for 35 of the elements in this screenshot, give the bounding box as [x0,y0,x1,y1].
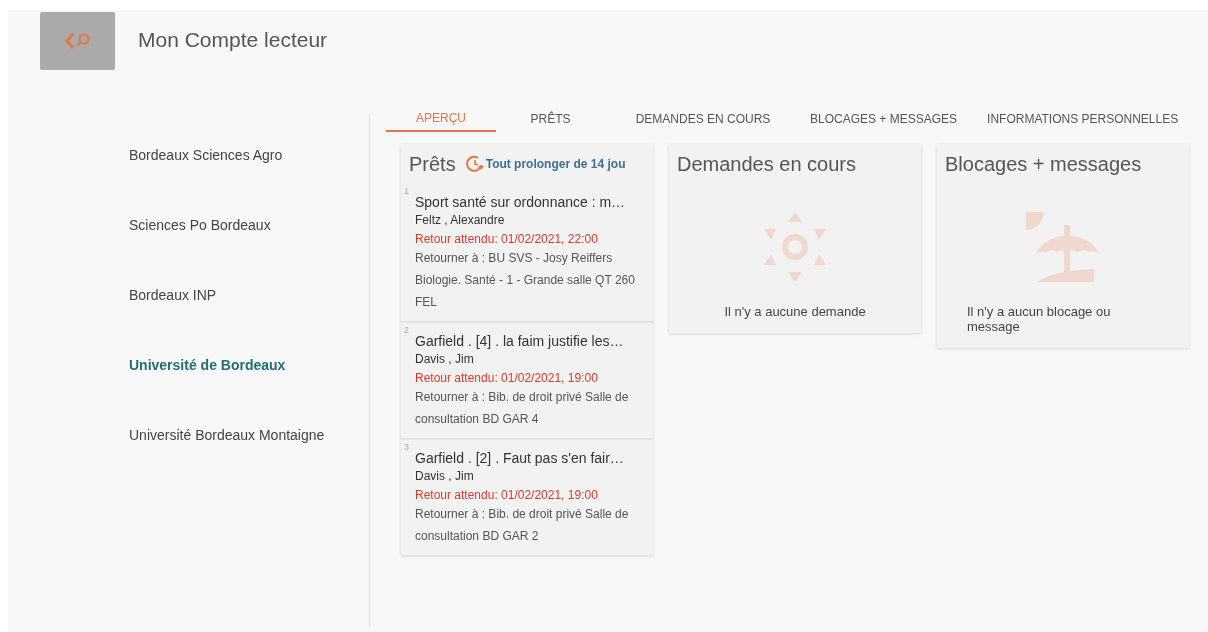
library-link[interactable]: Bordeaux INP [129,287,369,357]
library-link[interactable]: Sciences Po Bordeaux [129,217,369,287]
return-location: Retourner à : BU SVS - Josy Reiffers Biologie. Santé - 1 - Grande salle QT 260 FEL [415,250,636,311]
tab[interactable]: DEMANDES EN COURS [618,105,788,132]
tab[interactable]: BLOCAGES + MESSAGES [800,105,968,132]
loan-author: Davis , Jim [415,469,475,483]
page-title: Mon Compte lecteur [138,28,328,52]
library-link[interactable]: Université Bordeaux Montaigne [129,427,369,497]
tab[interactable]: INFORMATIONS PERSONNELLES [977,105,1189,132]
due-date: Retour attendu: 01/02/2021, 22:00 [415,232,599,246]
clock-arrow-icon [465,155,484,173]
tab[interactable]: PRÊTS [508,105,593,132]
sun-icon [764,212,826,282]
back-button[interactable] [40,12,115,70]
beach-umbrella-icon [1026,212,1100,282]
return-location: Retourner à : Bib. de droit privé Salle de consultation BD GAR 2 [415,506,630,545]
item-number: 3 [404,442,409,452]
renew-all-link[interactable]: Tout prolonger de 14 jou [465,155,626,173]
loan-title[interactable]: Sport santé sur ordonnance : m… [415,194,647,210]
item-number: 2 [404,325,409,335]
empty-message: Il n'y a aucune demande [723,304,867,319]
library-link[interactable]: Bordeaux Sciences Agro [129,147,369,217]
loan-title[interactable]: Garfield . [4] . la faim justifie les… [415,333,647,349]
item-number: 1 [404,186,409,196]
card-title: Prêts [409,152,456,176]
return-location: Retourner à : Bib. de droit privé Salle de consultation BD GAR 4 [415,389,630,428]
library-link[interactable]: Université de Bordeaux [129,357,369,427]
loan-author: Davis , Jim [415,352,475,366]
card-title: Blocages + messages [945,152,1142,176]
loan-title[interactable]: Garfield . [2] . Faut pas s'en fair… [415,450,647,466]
card-title: Demandes en cours [677,152,856,176]
due-date: Retour attendu: 01/02/2021, 19:00 [415,371,599,385]
loan-author: Feltz , Alexandre [415,213,506,227]
due-date: Retour attendu: 01/02/2021, 19:00 [415,488,599,502]
empty-message: Il n'y a aucun blocage ou message [967,304,1112,334]
